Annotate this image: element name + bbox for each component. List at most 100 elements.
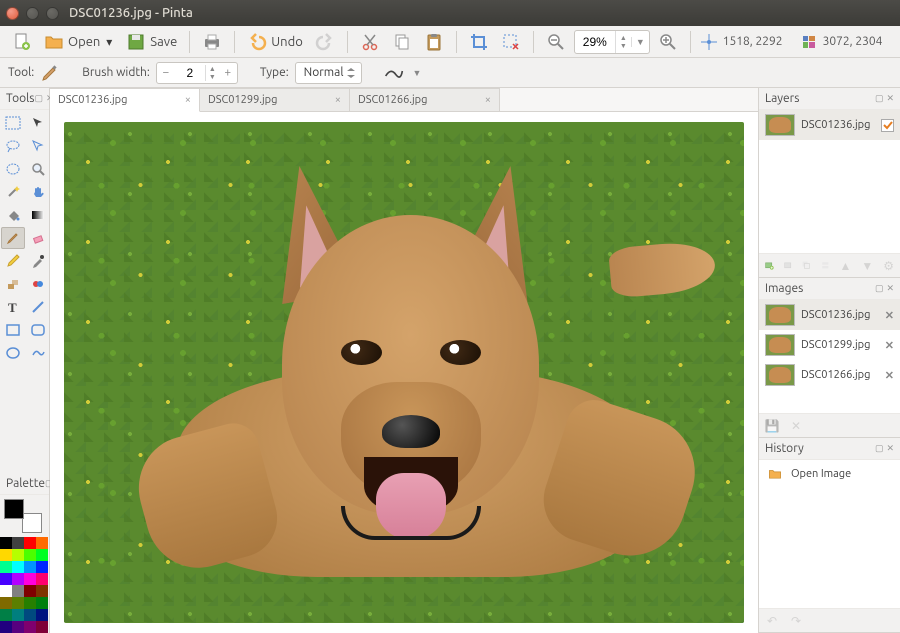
image-item[interactable]: DSC01236.jpg✕ [759,300,900,330]
undo-button[interactable]: Undo [243,29,307,55]
merge-down-icon[interactable] [821,259,830,273]
deselect-button[interactable] [497,29,525,55]
rectangle-tool[interactable] [1,319,25,341]
undock-icon[interactable]: ▢ [35,93,44,104]
close-tab-icon[interactable]: × [185,94,191,106]
chevron-down-icon[interactable]: ▼ [412,68,421,78]
palette-color[interactable] [0,597,12,609]
layer-visibility-checkbox[interactable] [881,119,894,132]
magic-wand-tool[interactable] [1,181,25,203]
palette-color[interactable] [0,549,12,561]
window-maximize-button[interactable] [46,7,59,20]
zoom-tool[interactable] [26,158,50,180]
canvas-image[interactable] [64,122,744,623]
color-picker-tool[interactable] [26,250,50,272]
zoom-out-button[interactable] [542,29,570,55]
gradient-tool[interactable] [26,204,50,226]
pan-tool[interactable] [26,181,50,203]
document-tab[interactable]: DSC01236.jpg× [50,88,200,112]
undock-icon[interactable]: ▢ [875,93,884,104]
brush-type-select[interactable]: Normal [295,62,363,84]
palette-color[interactable] [36,537,48,549]
palette-color[interactable] [24,549,36,561]
palette-color[interactable] [0,621,12,633]
clone-tool[interactable] [1,273,25,295]
move-selection-tool[interactable] [26,135,50,157]
zoom-dropdown[interactable]: ▼ [631,37,649,47]
palette-color[interactable] [24,561,36,573]
palette-color[interactable] [24,597,36,609]
lasso-tool[interactable] [1,135,25,157]
ellipse-select-tool[interactable] [1,158,25,180]
close-tab-icon[interactable]: × [335,94,341,106]
palette-color[interactable] [0,585,12,597]
rounded-rect-tool[interactable] [26,319,50,341]
brush-width-spinner[interactable]: − ▲▼ + [156,62,238,84]
redo-history-icon[interactable]: ↷ [789,614,803,628]
eraser-tool[interactable] [26,227,50,249]
close-tab-icon[interactable]: × [485,94,491,106]
palette-color[interactable] [0,537,12,549]
undo-history-icon[interactable]: ↶ [765,614,779,628]
palette-color[interactable] [36,561,48,573]
save-image-icon[interactable]: 💾 [765,419,779,433]
palette-color[interactable] [12,621,24,633]
close-image-icon[interactable]: ✕ [789,419,803,433]
cut-button[interactable] [356,29,384,55]
palette-color[interactable] [36,597,48,609]
palette-color[interactable] [12,537,24,549]
palette-color[interactable] [24,585,36,597]
line-tool[interactable] [26,296,50,318]
image-item[interactable]: DSC01299.jpg✕ [759,330,900,360]
palette-color[interactable] [12,573,24,585]
spinner-arrows[interactable]: ▲▼ [205,65,219,81]
redo-button[interactable] [311,29,339,55]
increase-button[interactable]: + [219,66,237,79]
close-icon[interactable]: ✕ [886,443,894,454]
palette-color[interactable] [36,609,48,621]
window-minimize-button[interactable] [26,7,39,20]
zoom-in-button[interactable] [654,29,682,55]
close-icon[interactable]: ✕ [886,283,894,294]
layer-item[interactable]: DSC01236.jpg [759,110,900,140]
paste-button[interactable] [420,29,448,55]
document-tab[interactable]: DSC01266.jpg× [350,88,500,111]
delete-layer-icon[interactable] [784,259,793,273]
palette-color[interactable] [24,573,36,585]
recolor-tool[interactable] [26,273,50,295]
canvas-area[interactable] [50,112,758,633]
palette-color[interactable] [12,597,24,609]
rect-select-tool[interactable] [1,112,25,134]
window-close-button[interactable] [6,7,19,20]
layer-properties-icon[interactable]: ⚙ [883,259,894,273]
decrease-button[interactable]: − [157,66,175,79]
palette-color[interactable] [12,549,24,561]
palette-color[interactable] [36,585,48,597]
duplicate-layer-icon[interactable] [802,259,811,273]
palette-color[interactable] [0,561,12,573]
palette-color[interactable] [12,609,24,621]
bucket-tool[interactable] [1,204,25,226]
image-item[interactable]: DSC01266.jpg✕ [759,360,900,390]
pencil-tool[interactable] [1,250,25,272]
palette-color[interactable] [36,549,48,561]
history-item[interactable]: Open Image [759,460,900,488]
close-icon[interactable]: ✕ [886,93,894,104]
palette-color[interactable] [36,573,48,585]
palette-color[interactable] [24,537,36,549]
move-up-icon[interactable]: ▲ [839,259,851,273]
new-button[interactable] [8,29,36,55]
copy-button[interactable] [388,29,416,55]
document-tab[interactable]: DSC01299.jpg× [200,88,350,111]
foreground-background-colors[interactable] [4,499,44,533]
zoom-input[interactable]: ▲▼▼ [574,30,650,54]
add-layer-icon[interactable] [765,259,774,273]
palette-color[interactable] [0,573,12,585]
ellipse-tool[interactable] [1,342,25,364]
stroke-style-icon[interactable] [384,63,404,83]
palette-color[interactable] [24,609,36,621]
crop-button[interactable] [465,29,493,55]
palette-color[interactable] [12,561,24,573]
undock-icon[interactable]: ▢ [875,443,884,454]
close-image-icon[interactable]: ✕ [885,339,894,352]
